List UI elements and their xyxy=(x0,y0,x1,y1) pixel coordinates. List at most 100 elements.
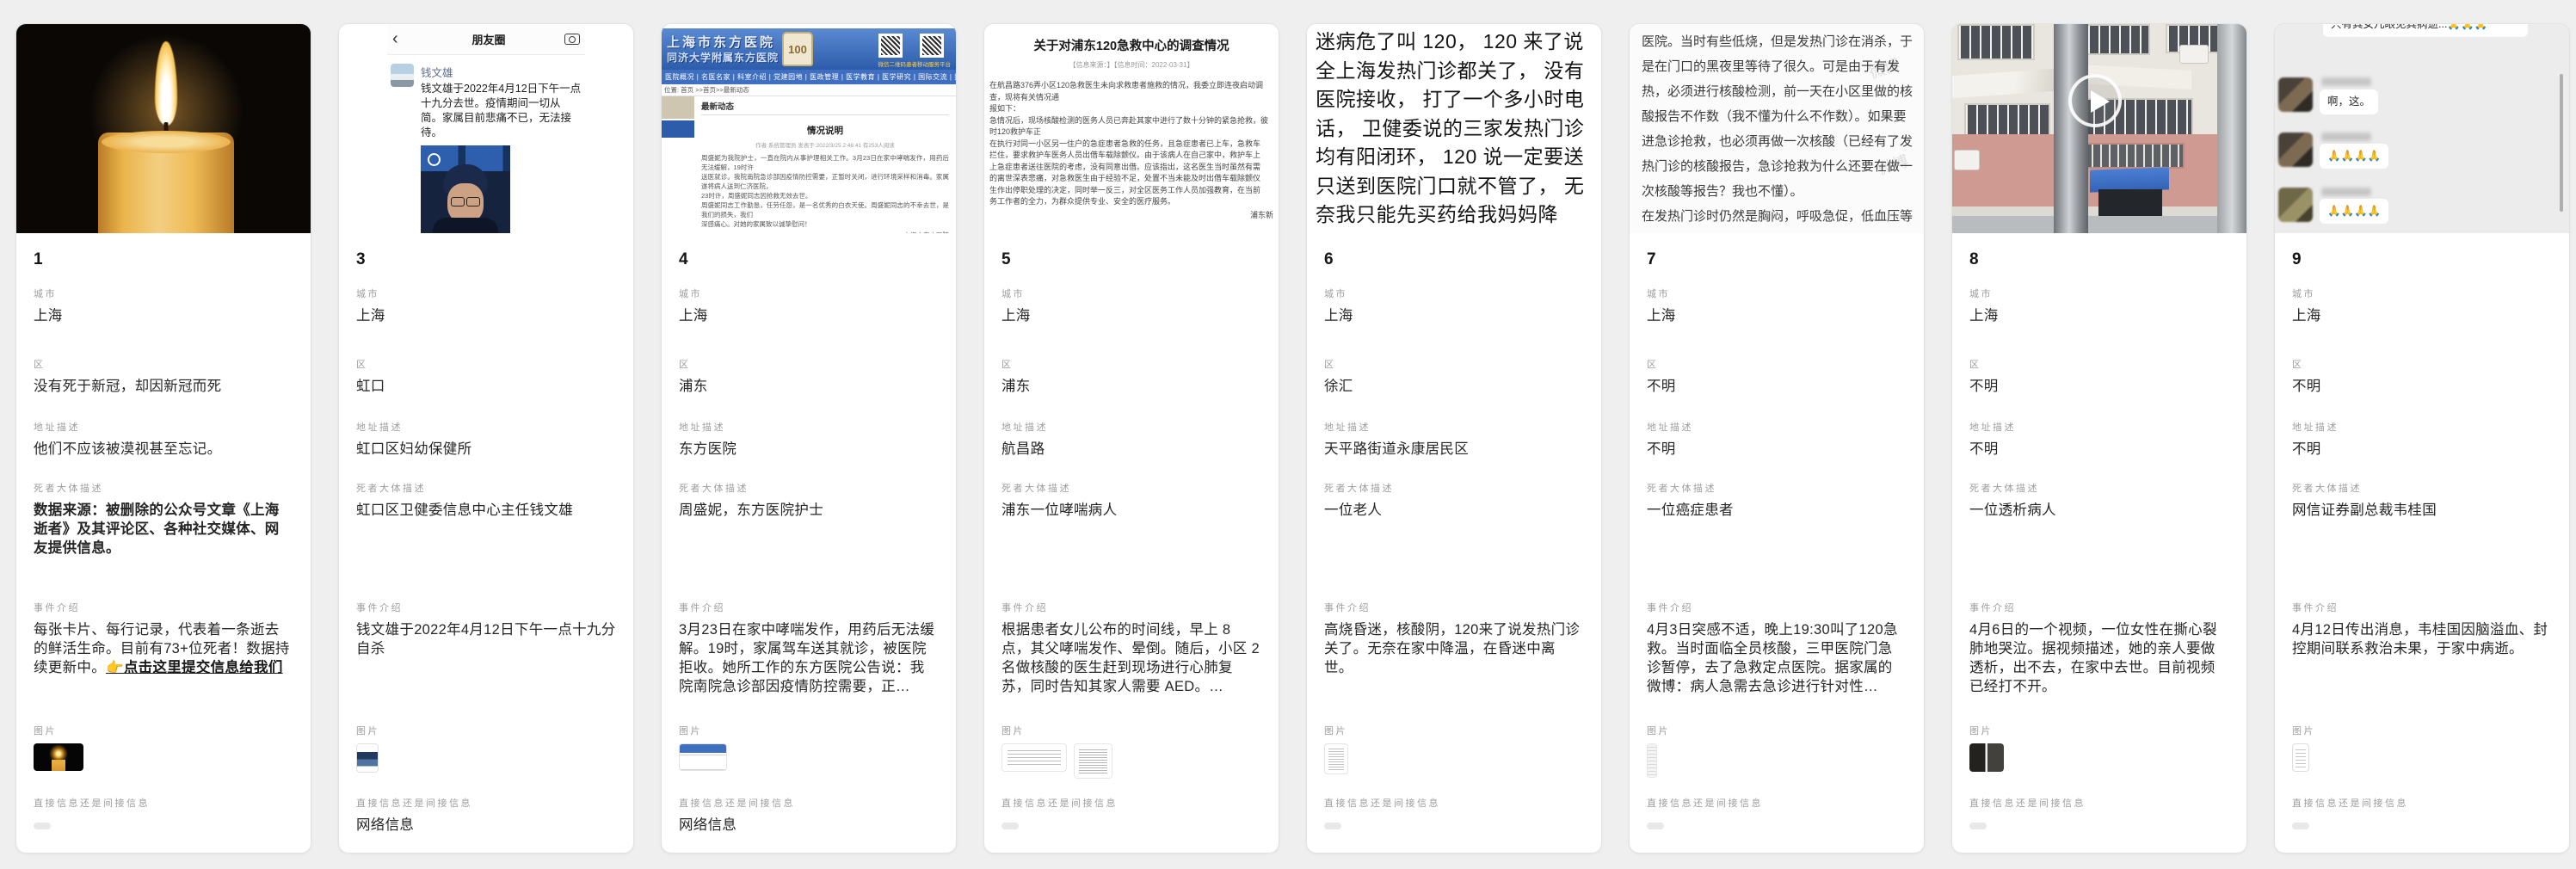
field-label-address: 地址描述 xyxy=(34,420,293,432)
document-title: 关于对浦东120急救中心的调查情况 xyxy=(989,36,1273,54)
field-value-event: 4月6日的一个视频，一位女性在撕心裂肺地哭泣。据视频描述，她的亲人要做透析，出不… xyxy=(1969,620,2229,696)
cover-hospital-website[interactable]: 上海市东方医院 同济大学附属东方医院 100 微信二维码 患者移动服务平台 医院… xyxy=(662,24,956,233)
cover-group-chat[interactable]: 只有其女儿眼见其病逝...🙏🙏🙏 啊，这。 🙏🙏🙏🙏 🙏🙏🙏🙏 xyxy=(2275,24,2569,233)
field-value-district: 不明 xyxy=(1647,377,1907,396)
submit-info-link[interactable]: 👉点击这里提交信息给我们 xyxy=(106,660,283,675)
field-value-district: 浦东 xyxy=(1001,377,1261,396)
ac-unit xyxy=(2179,45,2209,64)
doorway xyxy=(2098,189,2162,219)
field-label-city: 城市 xyxy=(1969,287,2229,299)
field-label-district: 区 xyxy=(1969,357,2229,369)
card[interactable]: 只有其女儿眼见其病逝...🙏🙏🙏 啊，这。 🙏🙏🙏🙏 🙏🙏🙏🙏 9 城市上海 区… xyxy=(2274,23,2570,854)
field-value-deceased: 一位透析病人 xyxy=(1969,501,2229,520)
site-title: 上海市东方医院 xyxy=(667,33,775,51)
field-value-event: 每张卡片、每行记录，代表着一条逝去的鲜活生命。目前有73+位死者！数据持续更新中… xyxy=(34,620,293,677)
field-label-address: 地址描述 xyxy=(1324,420,1584,432)
image-thumbnail[interactable] xyxy=(34,743,83,771)
card-number: 7 xyxy=(1647,250,1907,273)
post-photo xyxy=(421,145,510,233)
empty-select-pill xyxy=(2292,823,2309,829)
card[interactable]: 微博 微博 医院。当时有些低烧，但是发热门诊在消杀，于 是在门口的黑夜里等待了很… xyxy=(1629,23,1925,854)
field-label-event: 事件介绍 xyxy=(356,601,616,613)
field-value-address: 他们不应该被漠视甚至忘记。 xyxy=(34,440,293,459)
image-thumbnail[interactable] xyxy=(1324,743,1348,774)
cover-weibo-screenshot[interactable]: 微博 微博 医院。当时有些低烧，但是发热门诊在消杀，于 是在门口的黑夜里等待了很… xyxy=(1630,24,1924,233)
card-number: 5 xyxy=(1001,250,1261,273)
image-thumbnail[interactable] xyxy=(356,743,379,773)
field-value-address: 不明 xyxy=(1647,440,1907,459)
field-value-district: 虹口 xyxy=(356,377,616,396)
field-label-district: 区 xyxy=(34,357,293,369)
field-label-image: 图片 xyxy=(356,724,616,736)
field-label-district: 区 xyxy=(1324,357,1584,369)
field-label-district: 区 xyxy=(1001,357,1261,369)
website-sidebar xyxy=(662,96,694,233)
moments-screenshot: ‹ 朋友圈 钱文雄 钱文雄于2022年4月12日下午一点十九分去世。疫情期间一切… xyxy=(387,24,585,233)
cover-wechat-moments[interactable]: ‹ 朋友圈 钱文雄 钱文雄于2022年4月12日下午一点十九分去世。疫情期间一切… xyxy=(339,24,633,233)
site-subtitle: 同济大学附属东方医院 xyxy=(667,50,779,65)
field-value-district: 浦东 xyxy=(679,377,939,396)
image-thumbnail[interactable] xyxy=(1647,743,1657,778)
pillar xyxy=(2217,24,2246,233)
field-value-city: 上海 xyxy=(356,306,616,325)
website-breadcrumb: 位置: 首页 >>首页>>最新动态 xyxy=(662,84,956,96)
document-signature: 浦东新 xyxy=(989,209,1273,220)
card[interactable]: 关于对浦东120急救中心的调查情况 【信息来源：】【信息时间：2022-03-3… xyxy=(983,23,1279,854)
image-thumbnail[interactable] xyxy=(679,743,727,771)
card[interactable]: 上海市东方医院 同济大学附属东方医院 100 微信二维码 患者移动服务平台 医院… xyxy=(661,23,957,854)
field-label-deceased: 死者大体描述 xyxy=(2292,481,2552,493)
cover-candle-photo[interactable] xyxy=(16,24,311,233)
qr-label: 患者移动服务平台 xyxy=(906,59,951,68)
card[interactable]: 8 城市上海 区不明 地址描述不明 死者大体描述一位透析病人 事件介绍4月6日的… xyxy=(1951,23,2247,854)
field-label-district: 区 xyxy=(1647,357,1907,369)
field-value-address: 天平路街道永康居民区 xyxy=(1324,440,1584,459)
field-label-deceased: 死者大体描述 xyxy=(1324,481,1584,493)
field-value-direct: 网络信息 xyxy=(679,816,939,835)
field-value-deceased: 虹口区卫健委信息中心主任钱文雄 xyxy=(356,501,616,520)
card[interactable]: ‹ 朋友圈 钱文雄 钱文雄于2022年4月12日下午一点十九分去世。疫情期间一切… xyxy=(338,23,634,854)
field-label-image: 图片 xyxy=(1969,724,2229,736)
post-text: 钱文雄于2022年4月12日下午一点十九分去世。疫情期间一切从简。家属目前悲痛不… xyxy=(421,82,582,140)
cover-video-still[interactable] xyxy=(1952,24,2246,233)
card[interactable]: 1 城市上海 区没有死于新冠，却因新冠而死 地址描述他们不应该被漠视甚至忘记。 … xyxy=(15,23,311,854)
chat-scrollbar xyxy=(2560,74,2563,212)
field-label-direct: 直接信息还是间接信息 xyxy=(2292,796,2552,808)
field-label-city: 城市 xyxy=(34,287,293,299)
field-label-city: 城市 xyxy=(356,287,616,299)
field-label-direct: 直接信息还是间接信息 xyxy=(34,796,293,808)
cover-text-screenshot[interactable]: 迷病危了叫 120， 120 来了说 全上海发热门诊都关了， 没有 医院接收， … xyxy=(1307,24,1601,233)
field-label-image: 图片 xyxy=(1324,724,1584,736)
field-label-image: 图片 xyxy=(1001,724,1261,736)
avatar xyxy=(2278,133,2313,167)
image-thumbnail[interactable] xyxy=(1001,743,1067,772)
notice-signature: 上海市东方医院 同济大学附属东方医院 xyxy=(701,231,949,233)
field-label-image: 图片 xyxy=(1647,724,1907,736)
notice-title: 情况说明 xyxy=(701,124,949,137)
field-label-direct: 直接信息还是间接信息 xyxy=(1001,796,1261,808)
cover-investigation-document[interactable]: 关于对浦东120急救中心的调查情况 【信息来源：】【信息时间：2022-03-3… xyxy=(984,24,1279,233)
field-value-event: 根据患者女儿公布的时间线，早上 8 点，其父哮喘发作、晕倒。随后，小区 2 名做… xyxy=(1001,620,1261,696)
image-thumbnail[interactable] xyxy=(1969,743,2004,772)
field-label-address: 地址描述 xyxy=(2292,420,2552,432)
image-thumbnail[interactable] xyxy=(2292,743,2309,772)
field-value-address: 航昌路 xyxy=(1001,440,1261,459)
screenshot-text: 医院。当时有些低烧，但是发热门诊在消杀，于 是在门口的黑夜里等待了很久。可是由于… xyxy=(1642,29,1917,233)
screenshot-text: 迷病危了叫 120， 120 来了说 全上海发热门诊都关了， 没有 医院接收， … xyxy=(1316,28,1593,233)
website-banner: 上海市东方医院 同济大学附属东方医院 100 微信二维码 患者移动服务平台 xyxy=(662,28,956,70)
field-value-address: 不明 xyxy=(2292,440,2552,459)
qr-code xyxy=(878,34,903,58)
empty-select-pill xyxy=(1001,823,1019,829)
field-value-deceased: 数据来源：被删除的公众号文章《上海逝者》及其评论区、各种社交媒体、网友提供信息。 xyxy=(34,501,293,558)
card[interactable]: 迷病危了叫 120， 120 来了说 全上海发热门诊都关了， 没有 医院接收， … xyxy=(1306,23,1602,854)
gallery-board: 1 城市上海 区没有死于新冠，却因新冠而死 地址描述他们不应该被漠视甚至忘记。 … xyxy=(15,23,2570,854)
field-value-deceased: 浦东一位哮喘病人 xyxy=(1001,501,1261,520)
field-value-city: 上海 xyxy=(1324,306,1584,325)
photo-scarf xyxy=(433,218,498,233)
ac-unit xyxy=(1954,150,1980,170)
field-label-district: 区 xyxy=(356,357,616,369)
field-value-city: 上海 xyxy=(1001,306,1261,325)
field-value-city: 上海 xyxy=(1969,306,2229,325)
field-value-city: 上海 xyxy=(34,306,293,325)
field-label-deceased: 死者大体描述 xyxy=(1969,481,2229,493)
image-thumbnail[interactable] xyxy=(1074,743,1112,779)
